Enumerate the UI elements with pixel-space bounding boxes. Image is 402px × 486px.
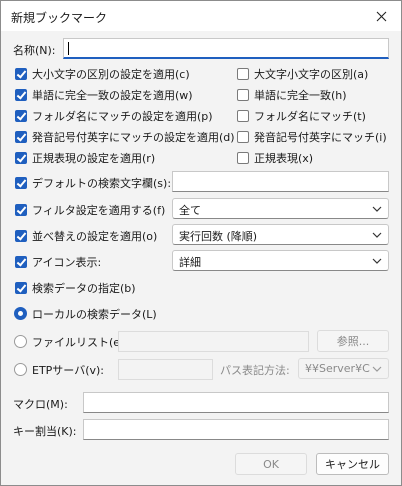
search-data-label: 検索データの指定(b) xyxy=(32,282,136,295)
name-input[interactable] xyxy=(63,38,389,59)
icon-display-selected-value: 詳細 xyxy=(179,256,201,269)
apply-regex-checkbox[interactable] xyxy=(15,152,27,164)
sort-checkbox[interactable] xyxy=(15,230,27,242)
folder-match-label: フォルダ名にマッチ(t) xyxy=(254,110,366,123)
apply-whole-word-label: 単語に完全一致の設定を適用(w) xyxy=(32,89,193,102)
title-bar: 新規ブックマーク xyxy=(1,1,401,31)
filter-selected-value: 全て xyxy=(179,204,201,217)
whole-word-label: 単語に完全一致(h) xyxy=(254,89,347,102)
regex-label: 正規表現(x) xyxy=(254,152,314,165)
sort-selected-value: 実行回数 (降順) xyxy=(179,230,258,243)
file-list-input[interactable] xyxy=(118,331,309,352)
apply-diacritic-checkbox[interactable] xyxy=(15,131,27,143)
apply-diacritic-label: 発音記号付英字にマッチの設定を適用(d) xyxy=(32,131,235,144)
file-list-label: ファイルリスト(e): xyxy=(32,336,129,349)
folder-match-checkbox[interactable] xyxy=(237,110,249,122)
chevron-down-icon xyxy=(372,258,382,264)
etp-server-radio[interactable] xyxy=(14,363,27,376)
default-search-input[interactable] xyxy=(172,171,389,192)
case-sensitive-checkbox[interactable] xyxy=(237,68,249,80)
macro-input[interactable] xyxy=(83,392,389,413)
etp-server-label: ETPサーバ(v): xyxy=(32,364,104,377)
apply-case-label: 大小文字の区別の設定を適用(c) xyxy=(32,68,190,81)
chevron-down-icon xyxy=(372,206,382,212)
regex-checkbox[interactable] xyxy=(237,152,249,164)
diacritic-label: 発音記号付英字にマッチ(i) xyxy=(254,131,387,144)
apply-folder-match-label: フォルダ名にマッチの設定を適用(p) xyxy=(32,110,213,123)
apply-whole-word-checkbox[interactable] xyxy=(15,89,27,101)
apply-regex-label: 正規表現の設定を適用(r) xyxy=(32,152,156,165)
filter-select[interactable]: 全て xyxy=(172,198,389,219)
sort-label: 並べ替えの設定を適用(o) xyxy=(32,230,158,243)
hotkey-label: キー割当(K): xyxy=(13,425,77,438)
chevron-down-icon xyxy=(372,232,382,238)
default-search-label: デフォルトの検索文字欄(s): xyxy=(32,177,172,190)
diacritic-checkbox[interactable] xyxy=(237,131,249,143)
sort-select[interactable]: 実行回数 (降順) xyxy=(172,224,389,245)
search-data-checkbox[interactable] xyxy=(15,282,27,294)
icon-display-label: アイコン表示: xyxy=(32,256,102,269)
filter-label: フィルタ設定を適用する(f) xyxy=(32,204,166,217)
close-icon xyxy=(376,11,386,21)
text-caret xyxy=(68,42,69,55)
cancel-button[interactable]: キャンセル xyxy=(316,453,389,475)
case-sensitive-label: 大文字小文字の区別(a) xyxy=(254,68,369,81)
icon-display-checkbox[interactable] xyxy=(15,256,27,268)
local-data-radio[interactable] xyxy=(14,307,27,320)
whole-word-checkbox[interactable] xyxy=(237,89,249,101)
chevron-down-icon xyxy=(372,366,382,372)
icon-display-select[interactable]: 詳細 xyxy=(172,250,389,271)
path-format-label: パス表記方法: xyxy=(220,364,290,377)
apply-folder-match-checkbox[interactable] xyxy=(15,110,27,122)
dialog-title: 新規ブックマーク xyxy=(11,11,108,25)
apply-case-checkbox[interactable] xyxy=(15,68,27,80)
local-data-label: ローカルの検索データ(L) xyxy=(32,308,157,321)
browse-button[interactable]: 参照... xyxy=(317,330,389,352)
path-format-selected-value: ¥¥Server¥C xyxy=(305,362,370,375)
default-search-checkbox[interactable] xyxy=(15,177,27,189)
close-button[interactable] xyxy=(361,1,401,31)
etp-server-input[interactable] xyxy=(118,359,213,380)
ok-button[interactable]: OK xyxy=(235,453,307,475)
hotkey-input[interactable] xyxy=(83,419,389,440)
name-label: 名称(N): xyxy=(13,44,56,57)
new-bookmark-dialog: 新規ブックマーク 名称(N): 大小文字の区別の設定を適用(c) 単語に完全一致… xyxy=(0,0,402,486)
filter-checkbox[interactable] xyxy=(15,204,27,216)
path-format-select[interactable]: ¥¥Server¥C xyxy=(298,358,389,379)
macro-label: マクロ(M): xyxy=(13,398,68,411)
file-list-radio[interactable] xyxy=(14,335,27,348)
